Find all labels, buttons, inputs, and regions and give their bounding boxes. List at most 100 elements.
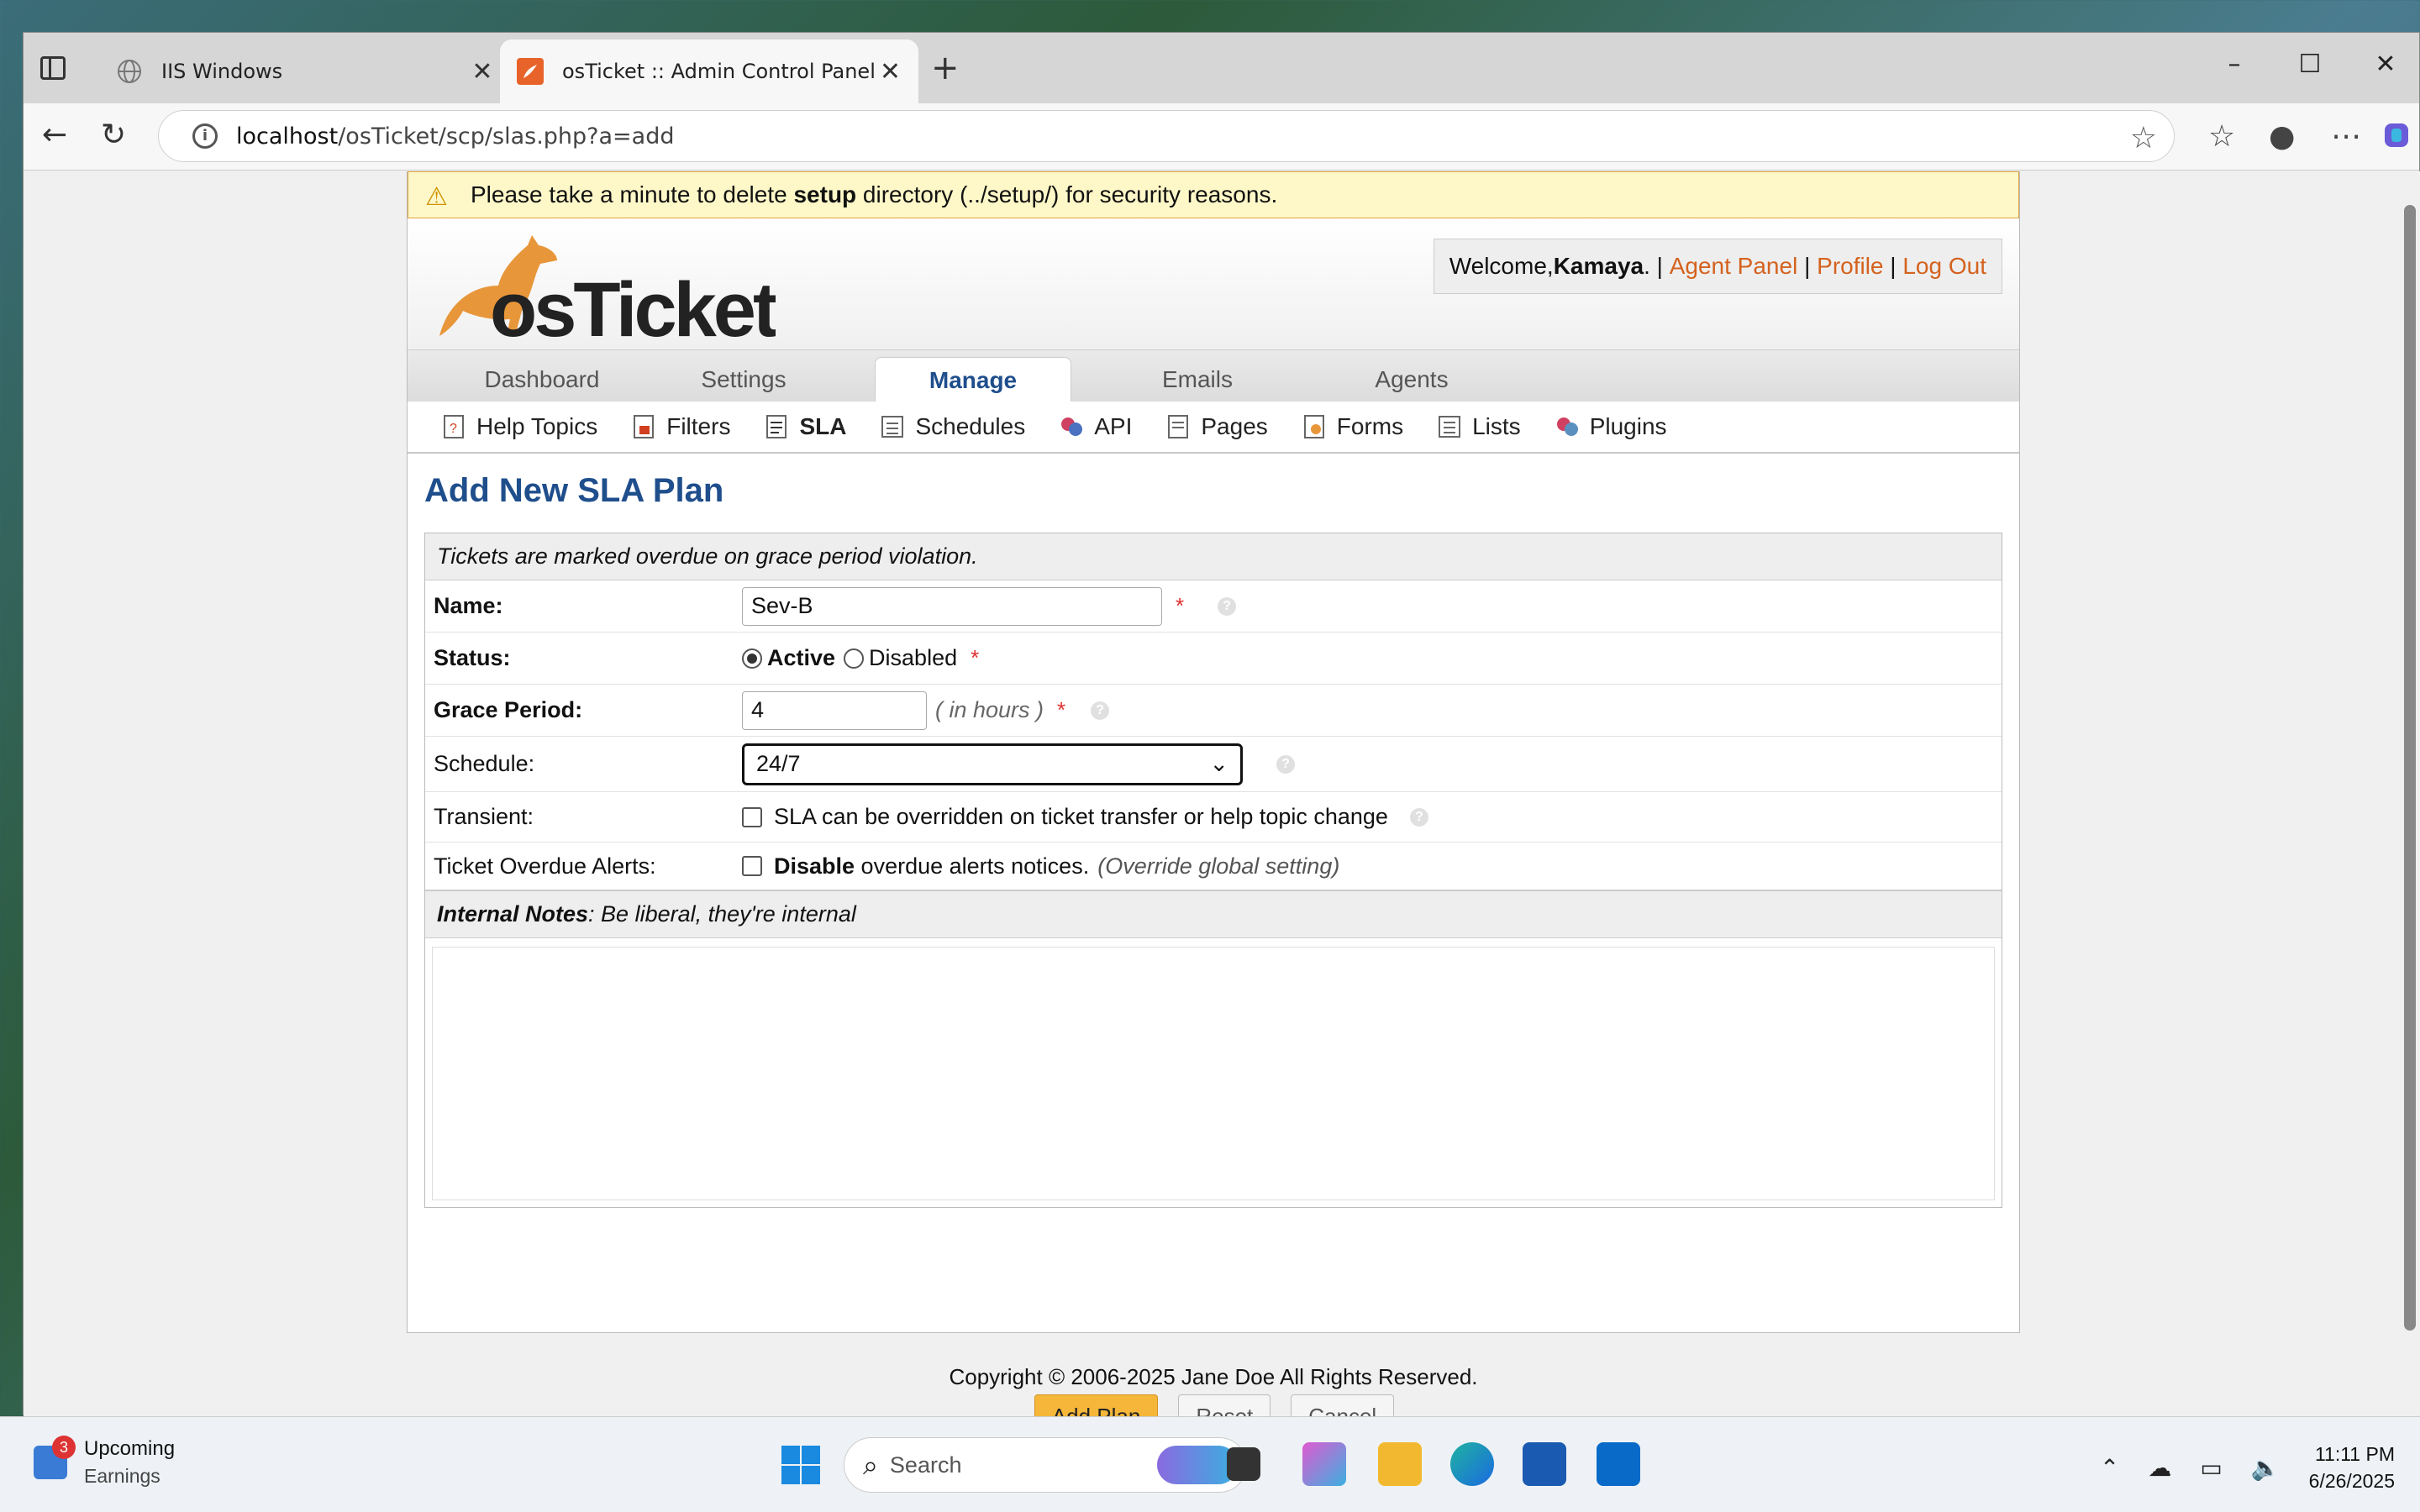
- windows-start-icon[interactable]: [780, 1444, 822, 1486]
- reload-icon[interactable]: ↻: [101, 120, 126, 150]
- form-intro: Tickets are marked overdue on grace peri…: [425, 533, 2002, 580]
- osticket-logo[interactable]: osTicket: [423, 227, 776, 344]
- search-icon: ⌕: [863, 1448, 878, 1481]
- globe-icon: [118, 60, 141, 83]
- outlook-icon[interactable]: [1597, 1442, 1640, 1486]
- clock[interactable]: 11:11 PM 6/26/2025: [2309, 1441, 2395, 1494]
- lists-icon: [1439, 416, 1461, 438]
- store-icon[interactable]: [1523, 1442, 1566, 1486]
- schedule-select[interactable]: 24/7 ⌄: [742, 743, 1243, 785]
- status-active-label: Active: [767, 645, 836, 670]
- taskbar-search[interactable]: ⌕ Search: [844, 1437, 1247, 1493]
- favorites-icon[interactable]: ☆: [2208, 120, 2235, 154]
- widgets-button[interactable]: 3 Upcoming Earnings: [34, 1436, 175, 1489]
- grace-period-input[interactable]: 4: [742, 690, 927, 730]
- alerts-label: Ticket Overdue Alerts:: [434, 853, 656, 879]
- tab-iis-windows[interactable]: IIS Windows ✕: [99, 39, 511, 103]
- help-icon[interactable]: ?: [1276, 754, 1295, 774]
- url-field[interactable]: i localhost/osTicket/scp/slas.php?a=add …: [158, 110, 2175, 162]
- status-disabled-radio[interactable]: [844, 648, 865, 669]
- status-label: Status:: [434, 645, 511, 670]
- scrollbar[interactable]: [2399, 171, 2420, 1416]
- tab-osticket[interactable]: osTicket :: Admin Control Panel ✕: [500, 39, 918, 103]
- help-icon[interactable]: ?: [1218, 596, 1237, 616]
- transient-checkbox[interactable]: [742, 806, 762, 827]
- search-highlight-icon: [1157, 1446, 1238, 1484]
- network-icon[interactable]: ▭: [2200, 1454, 2222, 1482]
- tab-manage[interactable]: Manage: [875, 357, 1071, 402]
- site-info-icon[interactable]: i: [192, 123, 218, 149]
- api-icon: [1061, 417, 1083, 436]
- subnav-filters[interactable]: Filters: [631, 413, 730, 440]
- filters-icon: [634, 415, 655, 438]
- grace-period-label: Grace Period:: [434, 697, 583, 722]
- address-bar: ← ↻ i localhost/osTicket/scp/slas.php?a=…: [24, 103, 2419, 171]
- row-grace-period: Grace Period: 4 ( in hours ) * ?: [425, 685, 2002, 737]
- profile-avatar-icon[interactable]: ●: [2269, 120, 2295, 154]
- browser-window: IIS Windows ✕ osTicket :: Admin Control …: [23, 32, 2420, 1416]
- tab-label: osTicket :: Admin Control Panel: [562, 60, 876, 83]
- file-explorer-icon[interactable]: [1378, 1442, 1422, 1486]
- subnav-schedules[interactable]: Schedules: [880, 413, 1025, 440]
- form-buttons: Add Plan Reset Cancel: [424, 1394, 2004, 1416]
- search-placeholder: Search: [889, 1452, 962, 1478]
- help-icon[interactable]: ?: [1409, 807, 1428, 827]
- warning-text: Please take a minute to delete setup dir…: [471, 181, 1278, 207]
- plugins-icon: [1556, 417, 1578, 436]
- subnav-lists[interactable]: Lists: [1437, 413, 1521, 440]
- scroll-thumb[interactable]: [2404, 205, 2416, 1331]
- help-icon[interactable]: ?: [1091, 701, 1110, 720]
- minimize-icon[interactable]: –: [2217, 50, 2251, 79]
- edge-icon[interactable]: [1450, 1442, 1494, 1486]
- profile-link[interactable]: Profile: [1817, 253, 1883, 280]
- copilot-app-icon[interactable]: [1302, 1442, 1346, 1486]
- back-icon[interactable]: ←: [42, 120, 67, 150]
- disable-alerts-checkbox[interactable]: [742, 856, 762, 876]
- subnav-sla[interactable]: SLA: [764, 413, 846, 440]
- close-tab-icon[interactable]: ✕: [467, 57, 497, 87]
- favorite-star-icon[interactable]: ☆: [2130, 121, 2157, 155]
- add-plan-button[interactable]: Add Plan: [1034, 1394, 1159, 1416]
- cancel-button[interactable]: Cancel: [1291, 1394, 1395, 1416]
- clock-date: 6/26/2025: [2308, 1470, 2395, 1492]
- transient-text: SLA can be overridden on ticket transfer…: [774, 804, 1388, 829]
- volume-icon[interactable]: 🔈: [2251, 1454, 2281, 1482]
- page-title: Add New SLA Plan: [424, 472, 724, 509]
- chevron-up-icon[interactable]: ⌃: [2100, 1454, 2119, 1482]
- status-active-radio[interactable]: [742, 648, 762, 669]
- name-input[interactable]: Sev-B: [742, 586, 1162, 626]
- tab-bar: IIS Windows ✕ osTicket :: Admin Control …: [24, 33, 2419, 103]
- tab-emails[interactable]: Emails: [1130, 357, 1265, 402]
- schedules-icon: [881, 416, 904, 438]
- agent-panel-link[interactable]: Agent Panel: [1670, 253, 1798, 280]
- reset-button[interactable]: Reset: [1178, 1394, 1271, 1416]
- maximize-icon[interactable]: ☐: [2293, 50, 2327, 79]
- required-marker: *: [1057, 697, 1066, 722]
- notification-badge: 3: [52, 1436, 76, 1459]
- new-tab-icon[interactable]: +: [931, 51, 960, 85]
- task-view-icon[interactable]: [1227, 1447, 1260, 1481]
- subnav-api[interactable]: API: [1059, 413, 1132, 440]
- subnav-help-topics[interactable]: ? Help Topics: [441, 413, 597, 440]
- copilot-icon[interactable]: [2381, 120, 2412, 158]
- tab-dashboard[interactable]: Dashboard: [458, 357, 626, 402]
- alerts-bold: Disable: [774, 853, 855, 879]
- subnav-plugins[interactable]: Plugins: [1555, 413, 1667, 440]
- stocks-icon: 3: [34, 1436, 76, 1479]
- logout-link[interactable]: Log Out: [1902, 253, 1986, 280]
- pages-icon: [1168, 415, 1189, 438]
- onedrive-icon[interactable]: ☁: [2148, 1454, 2171, 1482]
- more-menu-icon[interactable]: ⋯: [2331, 120, 2361, 154]
- subnav-pages[interactable]: Pages: [1165, 413, 1268, 440]
- required-marker: *: [1176, 593, 1185, 618]
- tab-actions-icon[interactable]: [40, 56, 66, 80]
- tab-agents[interactable]: Agents: [1340, 357, 1483, 402]
- close-window-icon[interactable]: ✕: [2369, 50, 2402, 79]
- main-nav: Dashboard Settings Manage Emails Agents: [408, 349, 2019, 402]
- internal-notes-editor[interactable]: [432, 947, 1995, 1200]
- sub-nav: ? Help Topics Filters SLA Schedules API P…: [408, 402, 2019, 454]
- tab-settings[interactable]: Settings: [668, 357, 819, 402]
- widget-title: Upcoming: [84, 1437, 176, 1460]
- close-tab-icon[interactable]: ✕: [876, 57, 905, 87]
- subnav-forms[interactable]: Forms: [1302, 413, 1403, 440]
